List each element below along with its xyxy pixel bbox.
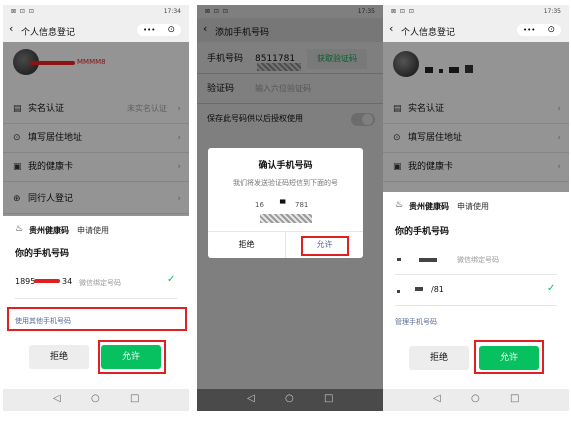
redaction-blocks — [397, 290, 400, 293]
app-name: 贵州健康码 — [409, 202, 449, 211]
divider — [395, 274, 557, 275]
app-logo-icon: ♨ — [395, 200, 404, 210]
screen-personal-info-2: ⊠ ⊡ ⊡ 17:35 ‹ 个人信息登记 ••• ⊙ ▤ 实名认证 › ⊙ 填写… — [383, 5, 569, 411]
screen-personal-info: ⊠ ⊡ ⊡ 17:34 ‹ 个人信息登记 ••• ⊙ MMMM8 ▤ 实名认证 … — [3, 5, 189, 411]
system-nav-bar: ◁ ○ □ — [197, 389, 383, 411]
mini-program-capsule[interactable]: ••• ⊙ — [137, 24, 181, 36]
request-text: 申请使用 — [457, 202, 489, 211]
nav-back-icon[interactable]: ◁ — [433, 393, 441, 404]
highlight-box — [301, 236, 349, 256]
top-bar: ‹ 个人信息登记 ••• ⊙ — [3, 18, 189, 42]
system-nav-bar: ◁ ○ □ — [383, 389, 569, 411]
dialog-title: 确认手机号码 — [258, 161, 313, 171]
nav-recent-icon[interactable]: □ — [324, 393, 333, 404]
reject-button[interactable]: 拒绝 — [29, 345, 89, 369]
nav-recent-icon[interactable]: □ — [130, 393, 139, 404]
auth-sheet: ♨ 贵州健康码 申请使用 你的手机号码 1895 34 微信绑定号码 ✓ 使用其… — [3, 216, 189, 389]
status-time: 17:34 — [163, 8, 181, 15]
request-text: 申请使用 — [77, 226, 109, 235]
mask-block: ▀ — [280, 200, 286, 208]
mini-program-capsule[interactable]: ••• ⊙ — [517, 24, 561, 36]
phone1-note: 微信绑定号码 — [457, 256, 499, 264]
nav-back-icon[interactable]: ◁ — [53, 393, 61, 404]
sheet-heading: 你的手机号码 — [15, 249, 70, 259]
nav-back-icon[interactable]: ◁ — [247, 393, 255, 404]
top-bar: ‹ 个人信息登记 ••• ⊙ — [383, 18, 569, 42]
divider — [15, 298, 177, 299]
mask-number-suffix: 781 — [295, 201, 309, 209]
confirm-dialog: 确认手机号码 我们将发送验证码短信到下面的号 16 ▀ 781 拒绝 允许 — [208, 148, 363, 258]
page-title: 个人信息登记 — [21, 28, 76, 38]
mask-number-prefix: 16 — [255, 201, 264, 209]
reject-button[interactable]: 拒绝 — [409, 346, 469, 370]
redaction-mask — [260, 214, 312, 223]
redaction-blocks — [419, 258, 437, 262]
sheet-heading: 你的手机号码 — [395, 227, 450, 237]
check-icon: ✓ — [547, 283, 556, 294]
more-icon[interactable]: ••• — [143, 24, 155, 36]
status-bar: ⊠ ⊡ ⊡ 17:35 — [383, 5, 569, 18]
check-icon: ✓ — [167, 274, 176, 285]
phone-suffix: 34 — [62, 277, 73, 286]
auth-sheet: ♨ 贵州健康码 申请使用 你的手机号码 微信绑定号码 /81 ✓ 管理手机号码 … — [383, 192, 569, 389]
close-target-icon[interactable]: ⊙ — [167, 24, 175, 36]
more-icon[interactable]: ••• — [523, 24, 535, 36]
close-target-icon[interactable]: ⊙ — [547, 24, 555, 36]
dim-overlay — [383, 42, 569, 192]
manage-numbers-link[interactable]: 管理手机号码 — [395, 317, 437, 327]
redaction-blocks — [415, 287, 423, 291]
status-icons: ⊠ ⊡ ⊡ — [391, 8, 415, 15]
phone2-suffix[interactable]: /81 — [431, 285, 444, 294]
status-time: 17:35 — [543, 8, 561, 15]
app-logo-icon: ♨ — [15, 224, 24, 234]
back-arrow-icon[interactable]: ‹ — [389, 22, 393, 35]
redaction-mark — [34, 279, 60, 283]
page-title: 个人信息登记 — [401, 28, 456, 38]
nav-recent-icon[interactable]: □ — [510, 393, 519, 404]
nav-home-icon[interactable]: ○ — [91, 393, 100, 404]
dialog-reject-button[interactable]: 拒绝 — [208, 232, 285, 258]
redaction-blocks — [397, 258, 401, 261]
app-name: 贵州健康码 — [29, 226, 69, 235]
divider — [395, 305, 557, 306]
highlight-box — [7, 307, 187, 331]
nav-home-icon[interactable]: ○ — [471, 393, 480, 404]
dialog-message: 我们将发送验证码短信到下面的号 — [233, 179, 338, 187]
highlight-box — [474, 340, 544, 374]
status-bar: ⊠ ⊡ ⊡ 17:34 — [3, 5, 189, 18]
nav-home-icon[interactable]: ○ — [285, 393, 294, 404]
back-arrow-icon[interactable]: ‹ — [9, 22, 13, 35]
phone-note: 微信绑定号码 — [79, 279, 121, 287]
highlight-box — [98, 340, 166, 374]
status-icons: ⊠ ⊡ ⊡ — [11, 8, 35, 15]
phone-prefix[interactable]: 1895 — [15, 277, 35, 286]
system-nav-bar: ◁ ○ □ — [3, 389, 189, 411]
screen-add-phone: ⊠ ⊡ ⊡ 17:35 ‹ 添加手机号码 手机号码 8511781 获取验证码 … — [197, 5, 383, 411]
dim-overlay — [3, 42, 189, 216]
